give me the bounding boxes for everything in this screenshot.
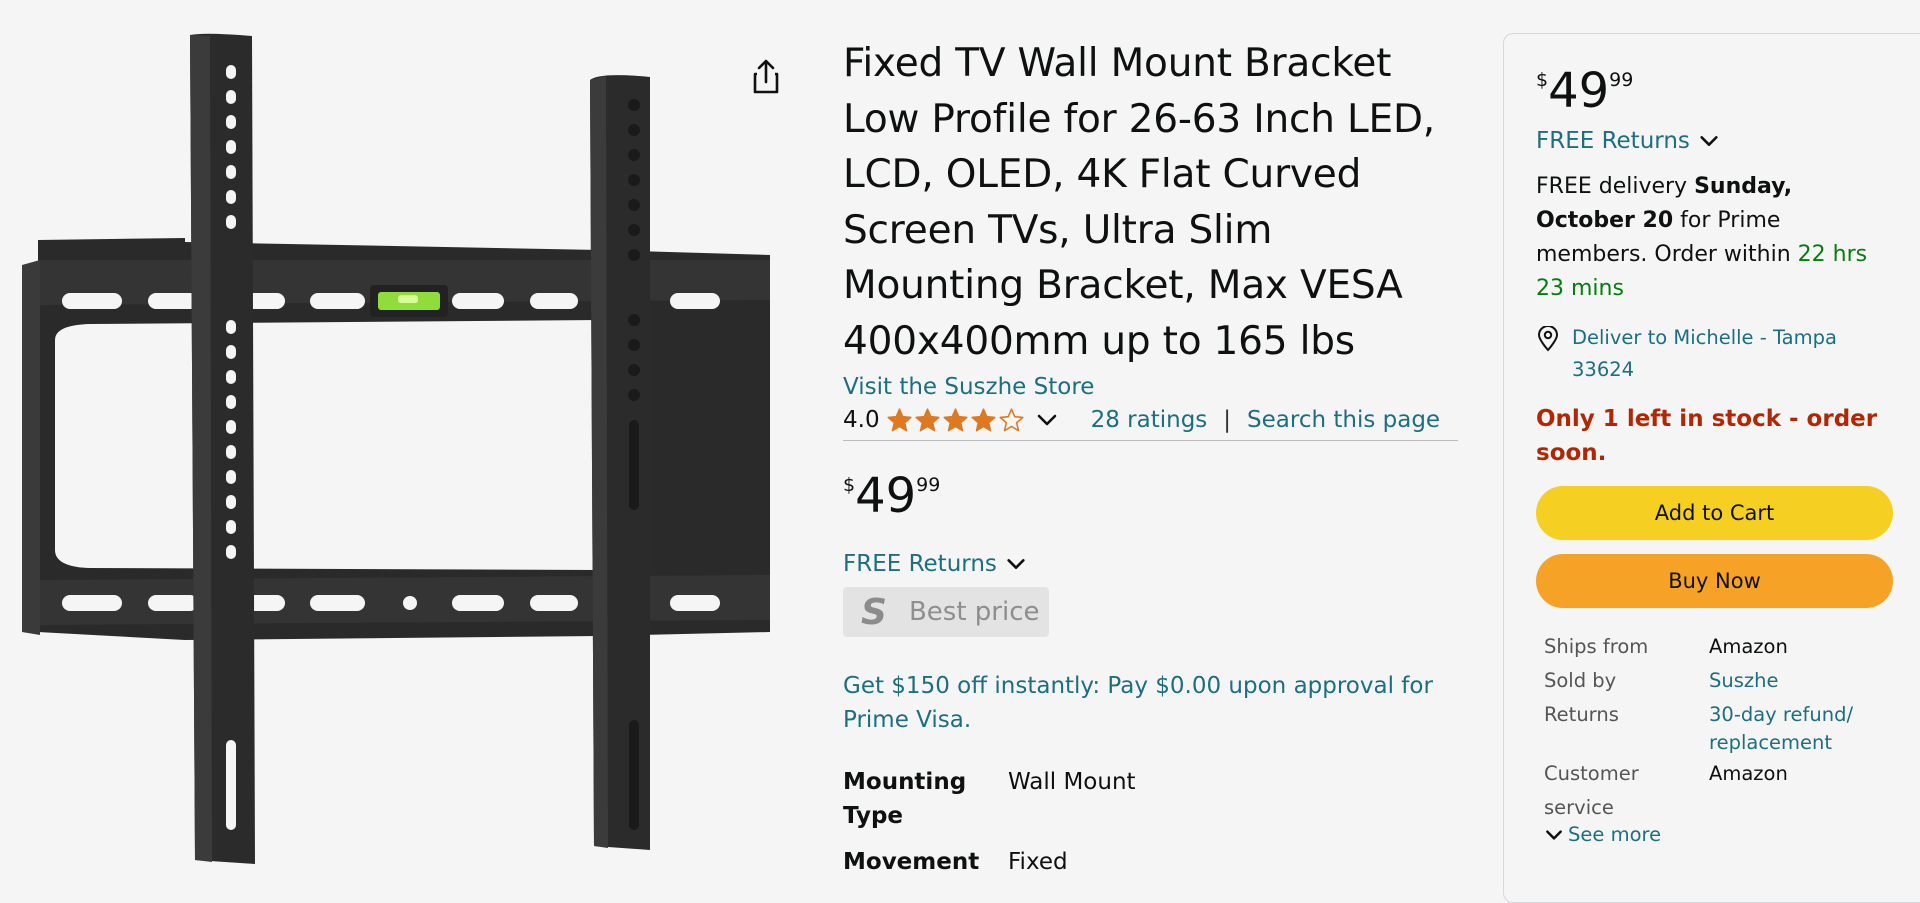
best-price-badge: S Best price <box>843 587 1050 637</box>
price-whole: 49 <box>855 468 917 524</box>
ratings-count-link[interactable]: 28 ratings <box>1091 407 1208 433</box>
location-pin-icon <box>1537 326 1559 352</box>
deliver-to-text: Deliver to Michelle - Tampa 33624 <box>1572 326 1837 381</box>
buy-box: $ 49 99 FREE Returns FREE delivery Sunda… <box>1503 33 1920 903</box>
star-empty-icon <box>999 407 1024 431</box>
spec-row: Movement Fixed <box>843 845 1458 879</box>
star-filled-icon <box>887 407 912 431</box>
info-row: Customer service Amazon <box>1544 757 1896 825</box>
spec-row: Mounting Type Wall Mount <box>843 765 1458 833</box>
chevron-down-icon <box>1700 136 1718 146</box>
best-price-text: Best price <box>908 597 1040 627</box>
product-title: Fixed TV Wall Mount Bracket Low Profile … <box>843 41 1435 364</box>
price-fraction: 99 <box>916 474 941 496</box>
stock-status: Only 1 left in stock - order soon. <box>1536 406 1878 466</box>
info-value: Amazon <box>1709 635 1788 658</box>
store-link[interactable]: Visit the Suszhe Store <box>843 372 1458 402</box>
s-logo-icon: S <box>861 591 887 633</box>
info-row: Sold by Suszhe <box>1544 664 1896 698</box>
see-more-label: See more <box>1568 823 1662 846</box>
delivery-prefix: FREE delivery <box>1536 174 1695 199</box>
product-details: Fixed TV Wall Mount Bracket Low Profile … <box>843 36 1458 891</box>
chevron-down-icon <box>1007 559 1025 569</box>
info-key: Ships from <box>1544 635 1649 658</box>
spec-key: Movement <box>843 849 980 875</box>
price-currency: $ <box>843 474 856 496</box>
free-returns-label: FREE Returns <box>843 551 997 577</box>
rating-row: 4.0 28 ratings | Search this page <box>843 402 1458 441</box>
star-filled-icon <box>915 407 940 431</box>
add-to-cart-button[interactable]: Add to Cart <box>1536 486 1893 540</box>
free-returns-label: FREE Returns <box>1536 128 1690 154</box>
info-key: Customer service <box>1544 762 1639 819</box>
free-returns-link[interactable]: FREE Returns <box>1536 128 1896 154</box>
star-filled-icon <box>943 407 968 431</box>
sold-by-link[interactable]: Suszhe <box>1709 664 1889 698</box>
info-key: Sold by <box>1544 669 1617 692</box>
share-icon <box>753 59 779 94</box>
price-whole: 49 <box>1548 63 1610 119</box>
chevron-down-icon <box>1546 829 1562 840</box>
spec-table: Mounting Type Wall Mount Movement Fixed <box>843 765 1458 879</box>
prime-visa-promo[interactable]: Get $150 off instantly: Pay $0.00 upon a… <box>843 669 1458 737</box>
share-button[interactable] <box>745 56 787 98</box>
product-image[interactable] <box>0 20 790 869</box>
info-row: Ships from Amazon <box>1544 630 1896 664</box>
info-row: Returns 30-day refund/ replacement <box>1544 698 1896 757</box>
buybox-price: $ 49 99 <box>1536 64 1896 118</box>
tv-wall-mount-bracket-image <box>22 33 770 864</box>
rating-separator: | <box>1223 407 1232 433</box>
info-value: Amazon <box>1709 762 1788 785</box>
spec-value: Wall Mount <box>1008 769 1136 795</box>
returns-policy-link[interactable]: 30-day refund/ replacement <box>1709 698 1889 757</box>
see-more-link[interactable]: See more <box>1544 823 1896 846</box>
free-returns-link[interactable]: FREE Returns <box>843 551 1458 577</box>
rating-stars[interactable] <box>886 407 1025 434</box>
spec-key: Mounting Type <box>843 769 967 829</box>
price: $ 49 99 <box>843 469 1458 523</box>
chevron-down-icon[interactable] <box>1035 408 1059 432</box>
rating-value: 4.0 <box>843 407 880 433</box>
search-page-link[interactable]: Search this page <box>1247 407 1440 433</box>
buy-now-button[interactable]: Buy Now <box>1536 554 1893 608</box>
info-key: Returns <box>1544 703 1619 726</box>
seller-info-table: Ships from Amazon Sold by Suszhe Returns… <box>1544 630 1896 825</box>
delivery-info: FREE delivery Sunday, October 20 for Pri… <box>1536 170 1896 306</box>
price-fraction: 99 <box>1609 69 1634 91</box>
star-filled-icon <box>971 407 996 431</box>
price-currency: $ <box>1536 69 1549 91</box>
deliver-to-link[interactable]: Deliver to Michelle - Tampa 33624 <box>1536 322 1896 386</box>
spec-value: Fixed <box>1008 849 1068 875</box>
